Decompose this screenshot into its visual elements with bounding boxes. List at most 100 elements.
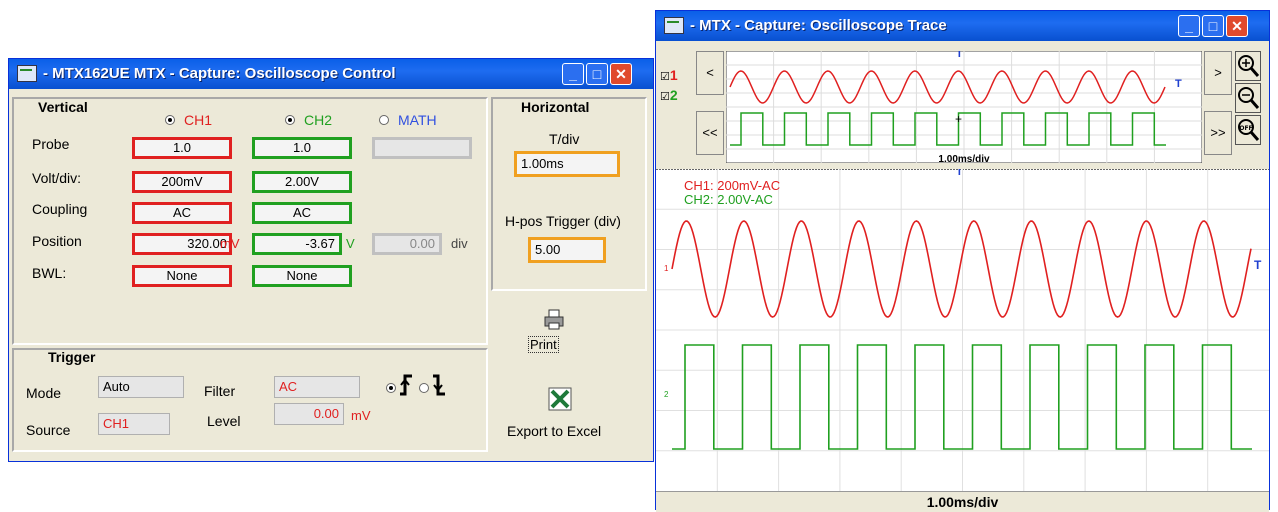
falling-edge-icon [433,374,445,396]
level-unit: mV [351,408,371,423]
zoom-in-button[interactable] [1235,51,1261,81]
zoom-off-button[interactable]: OFF [1235,115,1261,145]
math-radio[interactable] [379,115,389,125]
ch2-position-field[interactable]: -3.67 [252,233,342,255]
falling-edge-radio[interactable] [419,383,429,393]
printer-icon [544,309,564,330]
minimize-button[interactable]: _ [1178,15,1200,37]
export-excel-label: Export to Excel [507,423,602,439]
tdiv-label: T/div [549,131,580,147]
horizontal-group: Horizontal T/div 1.00ms H-pos Trigger (d… [491,97,647,291]
minimize-button[interactable]: _ [562,63,584,85]
position-label: Position [32,233,82,249]
tdiv-field[interactable]: 1.00ms [514,151,620,177]
ch1-bwl-field[interactable]: None [132,265,232,287]
trigger-group: Trigger Mode Auto Source CH1 Filter AC L… [12,348,488,452]
trace-window-title: - MTX - Capture: Oscilloscope Trace [690,17,947,34]
main-trigger-marker: T [956,169,963,178]
export-excel-button[interactable]: Export to Excel [504,387,614,447]
timebase-status-bar: 1.00ms/div [656,491,1269,512]
filter-field[interactable]: AC [274,376,360,398]
ch2-position-value: -3.67 [305,236,335,251]
main-ch2-marker: 2 [664,390,669,399]
print-button[interactable]: Print [527,309,587,369]
excel-icon [548,387,572,411]
timebase-label: 1.00ms/div [926,494,999,510]
vertical-group: Vertical CH1 CH2 MATH Probe Volt/div: Co… [12,97,488,345]
level-field[interactable]: 0.00 [274,403,344,425]
ch2-bwl-field[interactable]: None [252,265,352,287]
scroll-first-button[interactable]: << [696,111,724,155]
vertical-heading: Vertical [38,99,88,115]
scroll-left-button[interactable]: < [696,51,724,95]
level-value: 0.00 [313,406,339,421]
maximize-button[interactable]: □ [586,63,608,85]
mode-field[interactable]: Auto [98,376,184,398]
ch1-position-unit: mV [220,236,240,251]
math-probe-field[interactable] [372,137,472,159]
math-position-unit: div [451,236,468,251]
volt-div-label: Volt/div: [32,170,82,186]
ch1-volt-div-field[interactable]: 200mV [132,171,232,193]
probe-label: Probe [32,136,70,152]
zoom-off-icon: OFF [1238,119,1260,141]
app-icon [17,65,37,82]
cursor-cross-icon: + [955,112,962,126]
ch2-radio[interactable] [285,115,295,125]
zoom-out-button[interactable] [1235,83,1261,113]
overview-trace-screen[interactable]: T T 1 2 1.00ms/div + [726,51,1202,163]
main-ch1-marker: 1 [664,264,669,273]
main-trigger-marker-right: T [1254,258,1262,272]
filter-label: Filter [204,383,236,399]
math-label: MATH [398,112,437,128]
print-label: Print [528,336,559,353]
ch2-coupling-field[interactable]: AC [252,202,352,224]
legend-ch1: CH1: 200mV-AC [684,178,780,193]
math-position-value: 0.00 [409,236,435,251]
control-titlebar[interactable]: - MTX162UE MTX - Capture: Oscilloscope C… [9,59,653,89]
ch1-probe-field[interactable]: 1.0 [132,137,232,159]
main-trace-screen[interactable]: CH1: 200mV-AC CH2: 2.00V-AC T T 1 2 [656,169,1269,491]
zoom-out-icon [1238,87,1260,109]
bwl-label: BWL: [32,265,67,281]
trace-titlebar[interactable]: - MTX - Capture: Oscilloscope Trace _ □ … [656,11,1269,41]
ch1-check-label: 1 [669,67,678,83]
ch1-label: CH1 [184,112,213,128]
source-label: Source [26,422,71,438]
source-field[interactable]: CH1 [98,413,170,435]
close-button[interactable]: ✕ [610,63,632,85]
ch1-radio[interactable] [165,115,175,125]
oscilloscope-control-window: - MTX162UE MTX - Capture: Oscilloscope C… [8,58,654,462]
coupling-label: Coupling [32,201,88,217]
zoom-in-icon [1238,55,1260,77]
overview-trigger-marker: T [956,51,963,60]
ch2-checkbox[interactable]: ☑2 [660,87,678,103]
rising-edge-icon [400,374,412,396]
level-label: Level [207,413,241,429]
control-window-title: - MTX162UE MTX - Capture: Oscilloscope C… [43,65,396,82]
mode-label: Mode [26,385,62,401]
math-position-field[interactable]: 0.00 [372,233,442,255]
overview-timebase: 1.00ms/div [938,154,990,163]
scroll-last-button[interactable]: >> [1204,111,1232,155]
ch2-volt-div-field[interactable]: 2.00V [252,171,352,193]
scroll-right-button[interactable]: > [1204,51,1232,95]
app-icon [664,17,684,34]
close-button[interactable]: ✕ [1226,15,1248,37]
ch1-position-field[interactable]: 320.00 [132,233,232,255]
legend-ch2: CH2: 2.00V-AC [684,192,773,207]
hpos-trigger-field[interactable]: 5.00 [528,237,606,263]
overview-trigger-marker-right: T [1175,78,1182,90]
ch2-check-label: 2 [669,87,678,103]
ch2-label: CH2 [304,112,333,128]
hpos-trigger-label: H-pos Trigger (div) [505,213,621,229]
svg-text:OFF: OFF [1239,125,1252,132]
ch1-coupling-field[interactable]: AC [132,202,232,224]
rising-edge-radio[interactable] [386,383,396,393]
ch1-checkbox[interactable]: ☑1 [660,67,678,83]
trigger-heading: Trigger [48,349,96,365]
ch2-position-unit: V [346,236,355,251]
ch2-probe-field[interactable]: 1.0 [252,137,352,159]
maximize-button[interactable]: □ [1202,15,1224,37]
horizontal-heading: Horizontal [521,99,590,115]
